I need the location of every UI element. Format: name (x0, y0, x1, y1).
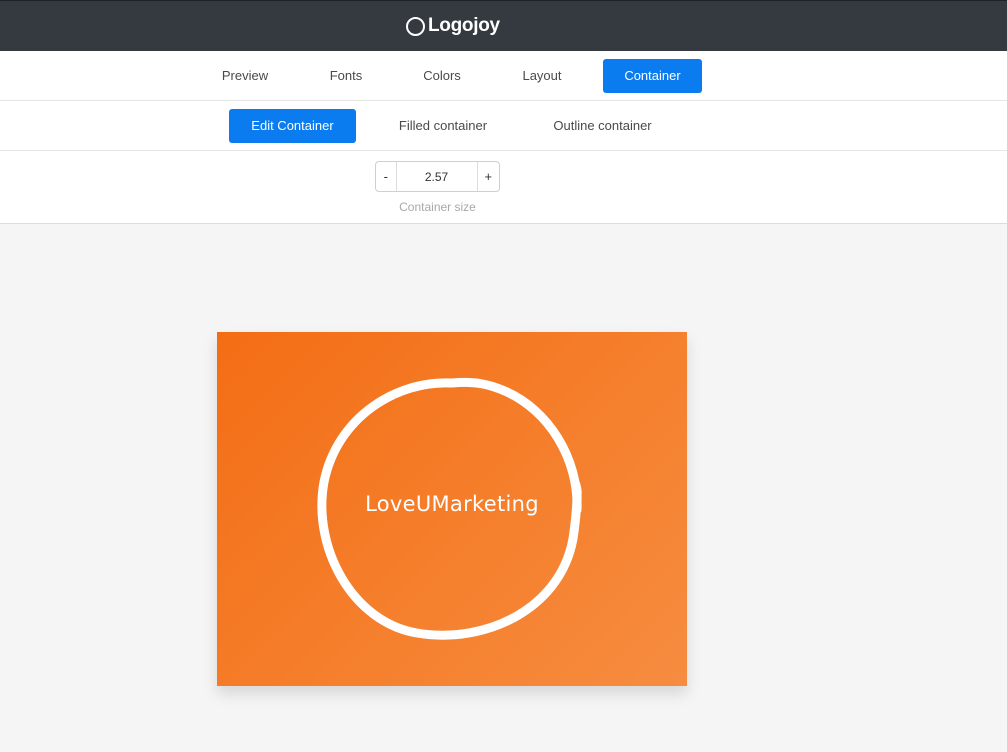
container-size-label: Container size (399, 200, 476, 214)
tab-fonts[interactable]: Fonts (308, 59, 384, 93)
logojoy-circle-icon (406, 16, 425, 36)
decrement-button[interactable]: - (376, 162, 397, 191)
tab-colors[interactable]: Colors (403, 59, 481, 93)
tab-preview[interactable]: Preview (203, 59, 287, 93)
container-controls: - + Container size (0, 151, 1007, 224)
preview-canvas: LoveUMarketing (0, 224, 1007, 752)
brand-logo[interactable]: Logojoy (406, 13, 500, 39)
increment-button[interactable]: + (476, 162, 499, 191)
logo-company-name: LoveUMarketing (365, 492, 539, 516)
container-size-input[interactable] (396, 162, 477, 191)
main-nav: Preview Fonts Colors Layout Container (0, 51, 1007, 101)
tab-filled-container[interactable]: Filled container (380, 109, 506, 143)
top-header: Logojoy (0, 0, 1007, 51)
logo-preview-card[interactable]: LoveUMarketing (217, 332, 687, 686)
brand-name: Logojoy (428, 15, 500, 36)
tab-container[interactable]: Container (603, 59, 702, 93)
container-subnav: Edit Container Filled container Outline … (0, 101, 1007, 151)
tab-edit-container[interactable]: Edit Container (229, 109, 356, 143)
tab-outline-container[interactable]: Outline container (534, 109, 671, 143)
container-size-stepper: - + (375, 161, 500, 192)
tab-layout[interactable]: Layout (503, 59, 581, 93)
